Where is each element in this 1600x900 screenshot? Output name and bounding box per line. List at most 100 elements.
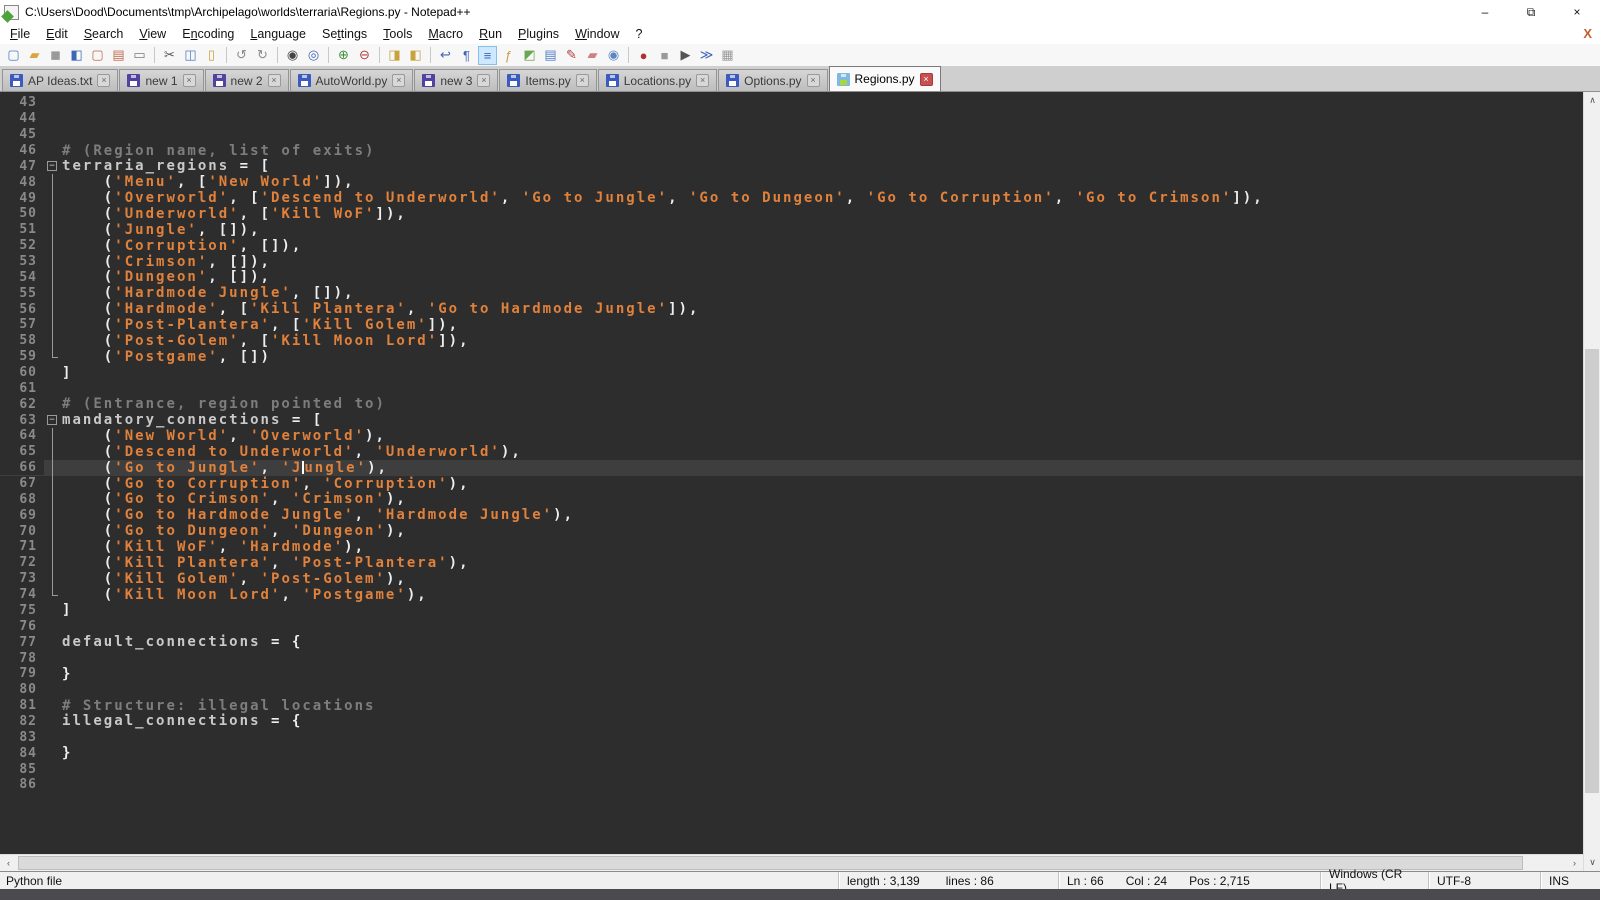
line-number[interactable]: 58: [0, 333, 44, 348]
line-number[interactable]: 76: [0, 619, 44, 634]
code-line[interactable]: 73 ('Kill Golem', 'Post-Golem'),: [0, 571, 1583, 587]
tab-regions-py[interactable]: Regions.py×: [829, 66, 941, 91]
fold-margin[interactable]: [44, 634, 62, 650]
code-line[interactable]: 65 ('Descend to Underworld', 'Underworld…: [0, 444, 1583, 460]
vertical-scrollbar[interactable]: ∧ ∨: [1583, 92, 1600, 871]
code-line[interactable]: 60]: [0, 365, 1583, 381]
fold-margin[interactable]: [44, 349, 62, 365]
line-number[interactable]: 46: [0, 143, 44, 158]
fold-margin[interactable]: [44, 587, 62, 603]
code-line[interactable]: 61: [0, 380, 1583, 396]
line-number[interactable]: 61: [0, 381, 44, 396]
tab-close-icon[interactable]: ×: [920, 73, 933, 86]
horizontal-scrollbar-thumb[interactable]: [18, 856, 1523, 870]
document-map-icon[interactable]: ◩: [520, 46, 539, 65]
code-line[interactable]: 53 ('Crimson', []),: [0, 254, 1583, 270]
save-icon[interactable]: ◼: [46, 46, 65, 65]
fold-margin[interactable]: [44, 650, 62, 666]
menu-plugins[interactable]: Plugins: [510, 25, 567, 43]
fold-margin[interactable]: [44, 571, 62, 587]
code-line[interactable]: 45: [0, 127, 1583, 143]
tab-new-3[interactable]: new 3×: [414, 69, 498, 91]
scroll-down-arrow-icon[interactable]: ∨: [1584, 854, 1600, 871]
line-number[interactable]: 75: [0, 603, 44, 618]
document-list-icon[interactable]: ▤: [541, 46, 560, 65]
tab-ap-ideas-txt[interactable]: AP Ideas.txt×: [2, 69, 118, 91]
status-eol-format[interactable]: Windows (CR LF): [1320, 872, 1428, 889]
code-line[interactable]: 68 ('Go to Crimson', 'Crimson'),: [0, 491, 1583, 507]
code-line[interactable]: 77default_connections = {: [0, 634, 1583, 650]
function-list-icon[interactable]: ƒ: [499, 46, 518, 65]
copy-icon[interactable]: ◫: [181, 46, 200, 65]
fold-margin[interactable]: [44, 254, 62, 270]
menu-run[interactable]: Run: [471, 25, 510, 43]
menu-help[interactable]: ?: [628, 25, 651, 43]
code-line[interactable]: 63−mandatory_connections = [: [0, 412, 1583, 428]
menu-close-x-icon[interactable]: X: [1583, 26, 1592, 41]
scroll-right-arrow-icon[interactable]: ›: [1566, 855, 1583, 872]
code-line[interactable]: 58 ('Post-Golem', ['Kill Moon Lord']),: [0, 333, 1583, 349]
line-number[interactable]: 71: [0, 539, 44, 554]
line-number[interactable]: 81: [0, 698, 44, 713]
code-line[interactable]: 43: [0, 95, 1583, 111]
fold-margin[interactable]: [44, 777, 62, 793]
fold-margin[interactable]: [44, 476, 62, 492]
code-line[interactable]: 86: [0, 777, 1583, 793]
paste-icon[interactable]: ▯: [202, 46, 221, 65]
print-icon[interactable]: ▭: [130, 46, 149, 65]
fold-margin[interactable]: [44, 761, 62, 777]
fold-margin[interactable]: −: [44, 158, 62, 174]
find-icon[interactable]: ◉: [283, 46, 302, 65]
menu-settings[interactable]: Settings: [314, 25, 375, 43]
fold-margin[interactable]: [44, 460, 62, 476]
fold-margin[interactable]: [44, 745, 62, 761]
menu-window[interactable]: Window: [567, 25, 627, 43]
fold-margin[interactable]: [44, 95, 62, 111]
code-line[interactable]: 48 ('Menu', ['New World']),: [0, 174, 1583, 190]
tab-close-icon[interactable]: ×: [477, 74, 490, 87]
line-number[interactable]: 57: [0, 317, 44, 332]
fold-margin[interactable]: [44, 206, 62, 222]
tab-close-icon[interactable]: ×: [268, 74, 281, 87]
show-all-characters-icon[interactable]: ¶: [457, 46, 476, 65]
menu-search[interactable]: Search: [76, 25, 132, 43]
scroll-left-arrow-icon[interactable]: ‹: [0, 855, 17, 872]
fold-margin[interactable]: [44, 333, 62, 349]
code-line[interactable]: 69 ('Go to Hardmode Jungle', 'Hardmode J…: [0, 507, 1583, 523]
fold-margin[interactable]: [44, 698, 62, 714]
line-number[interactable]: 45: [0, 127, 44, 142]
line-number[interactable]: 55: [0, 286, 44, 301]
line-number[interactable]: 48: [0, 175, 44, 190]
folder-as-workspace-icon[interactable]: ▰: [583, 46, 602, 65]
code-line[interactable]: 67 ('Go to Corruption', 'Corruption'),: [0, 476, 1583, 492]
line-number[interactable]: 79: [0, 666, 44, 681]
line-number[interactable]: 64: [0, 428, 44, 443]
tab-close-icon[interactable]: ×: [392, 74, 405, 87]
fold-margin[interactable]: [44, 729, 62, 745]
line-number[interactable]: 78: [0, 651, 44, 666]
word-wrap-icon[interactable]: ↩: [436, 46, 455, 65]
line-number[interactable]: 86: [0, 777, 44, 792]
fold-margin[interactable]: [44, 127, 62, 143]
line-number[interactable]: 52: [0, 238, 44, 253]
menu-edit[interactable]: Edit: [38, 25, 76, 43]
vertical-scrollbar-thumb[interactable]: [1585, 349, 1599, 793]
fold-margin[interactable]: [44, 317, 62, 333]
code-line[interactable]: 75]: [0, 603, 1583, 619]
new-file-icon[interactable]: ▢: [4, 46, 23, 65]
fold-margin[interactable]: −: [44, 412, 62, 428]
status-insert-mode[interactable]: INS: [1540, 872, 1600, 889]
code-line[interactable]: 80: [0, 682, 1583, 698]
code-line[interactable]: 51 ('Jungle', []),: [0, 222, 1583, 238]
line-number[interactable]: 44: [0, 111, 44, 126]
macro-play-icon[interactable]: ▶: [676, 46, 695, 65]
macro-run-multiple-icon[interactable]: ≫: [697, 46, 716, 65]
code-line[interactable]: 78: [0, 650, 1583, 666]
tab-autoworld-py[interactable]: AutoWorld.py×: [290, 69, 414, 91]
code-line[interactable]: 72 ('Kill Plantera', 'Post-Plantera'),: [0, 555, 1583, 571]
close-file-icon[interactable]: ▢: [88, 46, 107, 65]
line-number[interactable]: 59: [0, 349, 44, 364]
tab-close-icon[interactable]: ×: [807, 74, 820, 87]
code-line[interactable]: 81# Structure: illegal locations: [0, 698, 1583, 714]
fold-collapse-icon[interactable]: −: [47, 415, 57, 425]
